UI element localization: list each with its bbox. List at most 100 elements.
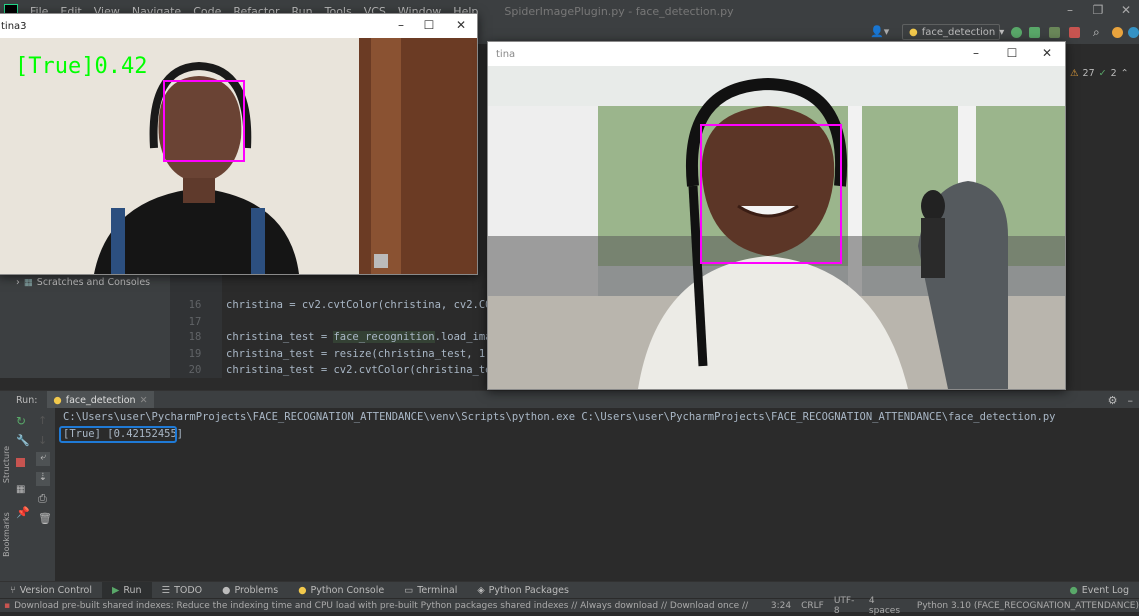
tab-label: Python Console — [311, 585, 385, 596]
arrow-down-icon[interactable]: ↓ — [38, 434, 47, 447]
tab-run[interactable]: ▶Run — [102, 582, 152, 599]
code-text: christina_test = face_recognition.load_i… — [226, 329, 504, 346]
stop-icon[interactable] — [16, 458, 25, 467]
tab-label: Python Packages — [489, 585, 569, 596]
ide-window-title: SpiderImagePlugin.py - face_detection.py — [504, 5, 733, 18]
debug-icon[interactable] — [1029, 27, 1040, 38]
window-title: tina3 — [1, 21, 27, 32]
code-line: 21 — [176, 362, 219, 374]
settings-gear-icon[interactable]: ⚙ — [1108, 394, 1118, 407]
scratches-icon: ▦ — [24, 277, 33, 288]
run-console[interactable] — [55, 408, 1139, 581]
maximize-icon[interactable]: ❐ — [1088, 3, 1108, 17]
arrow-up-icon[interactable]: ↑ — [38, 414, 47, 427]
warning-icon: ⚠ — [1070, 68, 1079, 79]
user-icon[interactable]: 👤▾ — [870, 25, 889, 38]
structure-tab[interactable]: Structure — [2, 446, 11, 483]
file-encoding[interactable]: UTF-8 — [834, 596, 859, 616]
search-icon[interactable]: ⌕ — [1093, 25, 1100, 40]
code-line: 19christina_test = resize(christina_test… — [176, 329, 219, 346]
coverage-icon[interactable] — [1049, 27, 1060, 38]
tab-label: TODO — [174, 585, 202, 596]
python-icon: ● — [298, 585, 306, 596]
tab-version-control[interactable]: ⑂Version Control — [0, 582, 102, 599]
jetbrains-icon[interactable] — [1128, 27, 1139, 38]
window-title: tina — [496, 49, 515, 60]
rerun-icon[interactable]: ↻ — [16, 414, 26, 428]
terminal-icon: ▭ — [404, 585, 413, 596]
tab-label: Problems — [234, 585, 278, 596]
code-line: 18christina_test = face_recognition.load… — [176, 312, 219, 329]
tab-terminal[interactable]: ▭ Terminal — [394, 582, 467, 599]
caret-position[interactable]: 3:24 — [771, 601, 791, 611]
rerun-icon[interactable] — [1011, 27, 1022, 38]
python-icon: ● — [909, 27, 918, 38]
pin-icon[interactable]: 📌 — [16, 506, 30, 519]
run-panel-header: Run: ● face_detection ✕ ⚙ – — [0, 390, 1139, 409]
image-window-tina3[interactable]: tina3 – ☐ ✕ [True]0.42 — [0, 13, 478, 275]
match-overlay-text: [True]0.42 — [15, 54, 147, 79]
console-command-line: C:\Users\user\PycharmProjects\FACE_RECOG… — [63, 411, 1055, 423]
run-label: Run: — [16, 395, 37, 406]
tab-python-packages[interactable]: ◈Python Packages — [467, 582, 579, 599]
face-detection-box — [163, 80, 245, 162]
chevron-right-icon: › — [16, 277, 20, 288]
minimize-icon[interactable]: – — [966, 46, 986, 60]
event-log-icon: ● — [1070, 585, 1078, 596]
soft-wrap-icon[interactable]: ⤶ — [36, 452, 50, 466]
code-line: 16christina = cv2.cvtColor(christina, cv… — [176, 280, 219, 297]
minimize-icon[interactable]: – — [1060, 3, 1080, 17]
face-detection-box — [700, 124, 842, 264]
code-text: christina_test = resize(christina_test, … — [226, 346, 504, 363]
close-tab-icon[interactable]: ✕ — [140, 395, 148, 406]
tab-event-log[interactable]: ●Event Log — [1060, 582, 1139, 599]
hide-panel-icon[interactable]: – — [1128, 394, 1134, 407]
info-icon: ● — [222, 585, 230, 596]
scroll-to-end-icon[interactable]: ⇣ — [36, 472, 50, 486]
tab-todo[interactable]: ☰TODO — [152, 582, 213, 599]
image-window-tina[interactable]: tina – ☐ ✕ — [487, 41, 1066, 390]
run-config-select[interactable]: ● face_detection ▾ — [902, 24, 1000, 40]
code-text: christina_test = cv2.cvtColor(christina_… — [226, 362, 504, 379]
inspection-widget[interactable]: ⚠ 27 ✓ 2 ⌃ — [1070, 68, 1129, 79]
close-icon[interactable]: ✕ — [1037, 46, 1057, 60]
layout-icon[interactable]: ▦ — [16, 484, 25, 495]
indent-setting[interactable]: 4 spaces — [869, 596, 907, 616]
code-text: christina = cv2.cvtColor(christina, cv2.… — [226, 297, 504, 314]
update-icon[interactable] — [1112, 27, 1123, 38]
notification-icon: ▪ — [4, 601, 10, 611]
list-icon: ☰ — [162, 585, 171, 596]
run-icon: ▶ — [112, 585, 119, 596]
stop-icon[interactable] — [1069, 27, 1080, 38]
tab-python-console[interactable]: ● Python Console — [288, 582, 394, 599]
scratches-label: Scratches and Consoles — [37, 277, 150, 288]
status-message[interactable]: Download pre-built shared indexes: Reduc… — [14, 601, 751, 611]
warning-count: 27 — [1083, 68, 1095, 79]
run-tab-label: face_detection — [66, 395, 136, 406]
line-separator[interactable]: CRLF — [801, 601, 824, 611]
maximize-icon[interactable]: ☐ — [419, 18, 439, 32]
minimize-icon[interactable]: – — [391, 18, 411, 32]
result-highlight-box — [59, 426, 177, 443]
maximize-icon[interactable]: ☐ — [1002, 46, 1022, 60]
print-icon[interactable]: ⎙ — [38, 492, 47, 506]
python-interpreter[interactable]: Python 3.10 (FACE_RECOGNATION_ATTENDANCE… — [917, 601, 1139, 611]
status-bar: ▪ Download pre-built shared indexes: Red… — [0, 598, 1139, 612]
chevron-up-icon[interactable]: ⌃ — [1121, 68, 1129, 79]
close-icon[interactable]: ✕ — [1116, 3, 1136, 17]
trash-icon[interactable]: 🗑 — [38, 512, 52, 525]
run-side-toolbar: ↻ ↑ 🔧 ↓ ⤶ ⇣ ▦ ⎙ 📌 🗑 — [12, 408, 55, 581]
project-panel: › ▦ Scratches and Consoles — [0, 275, 170, 378]
tab-label: Version Control — [20, 585, 92, 596]
run-tab[interactable]: ● face_detection ✕ — [47, 391, 153, 409]
check-icon: ✓ — [1099, 68, 1107, 79]
scratches-node[interactable]: › ▦ Scratches and Consoles — [16, 277, 150, 288]
highlighted-identifier: face_recognition — [333, 331, 434, 343]
bookmarks-tab[interactable]: Bookmarks — [2, 512, 11, 557]
window-titlebar[interactable]: tina – ☐ ✕ — [488, 42, 1065, 66]
window-titlebar[interactable]: tina3 – ☐ ✕ — [0, 14, 477, 38]
close-icon[interactable]: ✕ — [451, 18, 471, 32]
tab-label: Terminal — [417, 585, 457, 596]
wrench-icon[interactable]: 🔧 — [16, 434, 30, 447]
tab-problems[interactable]: ● Problems — [212, 582, 288, 599]
